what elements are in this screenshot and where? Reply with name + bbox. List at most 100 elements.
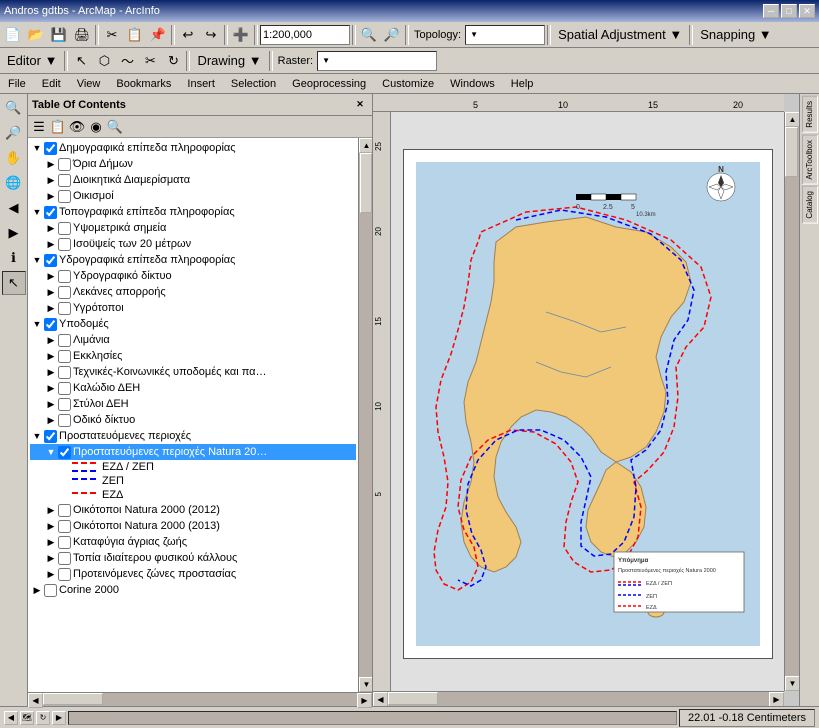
hscroll-left[interactable]: ◀ [373,692,388,706]
menu-file[interactable]: File [0,74,34,94]
layer-checkbox[interactable] [58,414,71,427]
toc-layer-texnikes[interactable]: ▶ Τεχνικές-Κοινωνικές υποδομές και πα… [30,364,356,380]
scale-dropdown[interactable]: 1:200,000 [260,25,350,45]
zoom-out-button[interactable]: 🔎 [381,24,403,46]
toc-layer-styloi[interactable]: ▶ Στύλοι ΔΕΗ [30,396,356,412]
layer-checkbox[interactable] [58,270,71,283]
expand-icon[interactable]: ▶ [44,349,58,363]
expand-icon[interactable]: ▶ [44,551,58,565]
catalog-tab[interactable]: Catalog [802,186,818,224]
layer-checkbox[interactable] [44,254,57,267]
raster-dropdown[interactable]: ▼ [317,51,437,71]
hscroll-thumb[interactable] [43,693,103,705]
topology-dropdown[interactable]: ▼ [465,25,545,45]
expand-icon[interactable]: ▶ [44,269,58,283]
toc-layer-katafygia[interactable]: ▶ Καταφύγια άγριας ζωής [30,534,356,550]
layer-checkbox[interactable] [58,504,71,517]
toc-scrollbar[interactable]: ▲ ▼ [358,138,372,692]
status-left-btn[interactable]: ◀ [4,711,18,725]
toc-layer-corine[interactable]: ▶ Corine 2000 [30,582,356,598]
expand-icon[interactable]: ▶ [44,503,58,517]
menu-geoprocessing[interactable]: Geoprocessing [284,74,374,94]
layer-checkbox[interactable] [44,584,57,597]
toc-layer-proeinomenes[interactable]: ▶ Προτεινόμενες ζώνες προστασίας [30,566,356,582]
layer-checkbox[interactable] [58,190,71,203]
toc-layer-topia[interactable]: ▶ Τοπία ιδιαίτερου φυσικού κάλλους [30,550,356,566]
toc-search-btn[interactable]: 🔍 [106,118,124,136]
menu-windows[interactable]: Windows [442,74,503,94]
expand-icon[interactable]: ▶ [44,333,58,347]
select-tool[interactable]: ↖ [2,271,26,295]
toc-layer-odiko[interactable]: ▶ Οδικό δίκτυο [30,412,356,428]
editor-dropdown-button[interactable]: Editor ▼ [2,50,62,72]
scroll-track[interactable] [359,153,372,677]
hscrollbar[interactable]: ◀ ▶ [373,691,784,706]
vscroll-down[interactable]: ▼ [785,676,799,691]
toc-layer-ypodom[interactable]: ▼ Υποδομές [30,316,356,332]
layer-checkbox[interactable] [58,382,71,395]
status-right-btn[interactable]: ▶ [52,711,66,725]
new-button[interactable]: 📄 [2,24,24,46]
forward-extent[interactable]: ▶ [2,221,26,245]
hscroll-track[interactable] [388,692,769,706]
layer-checkbox[interactable] [58,158,71,171]
toc-hscrollbar[interactable]: ◀ ▶ [28,692,372,706]
layer-checkbox[interactable] [58,350,71,363]
pan-tool[interactable]: ✋ [2,146,26,170]
layer-checkbox[interactable] [58,446,71,459]
toc-layer-lekanes[interactable]: ▶ Λεκάνες απορροής [30,284,356,300]
expand-icon[interactable]: ▼ [30,253,44,267]
toc-layer-topo[interactable]: ▼ Τοπογραφικά επίπεδα πληροφορίας [30,204,356,220]
reshape[interactable]: 〜 [116,50,138,72]
expand-icon[interactable]: ▶ [44,173,58,187]
toc-source-btn[interactable]: 📋 [49,118,67,136]
toc-vis-btn[interactable]: 👁 [68,118,86,136]
undo-button[interactable]: ↩ [177,24,199,46]
layer-checkbox[interactable] [58,536,71,549]
minimize-button[interactable]: ─ [763,4,779,18]
scroll-up-btn[interactable]: ▲ [359,138,372,153]
scroll-left-btn[interactable]: ◀ [28,693,43,708]
toc-layer-dioik[interactable]: ▶ Διοικητικά Διαμερίσματα [30,172,356,188]
toc-layer-ydro[interactable]: ▼ Υδρογραφικά επίπεδα πληροφορίας [30,252,356,268]
toc-layer-kalodio[interactable]: ▶ Καλώδιο ΔΕΗ [30,380,356,396]
layer-checkbox[interactable] [58,398,71,411]
expand-icon[interactable]: ▶ [44,285,58,299]
toc-layer-oikotopoi2013[interactable]: ▶ Οικότοποι Natura 2000 (2013) [30,518,356,534]
expand-icon[interactable]: ▶ [44,381,58,395]
cut-button[interactable]: ✂ [101,24,123,46]
scroll-right-btn[interactable]: ▶ [357,693,372,708]
toc-layer-natura-sel[interactable]: ▼ Προστατευόμενες περιοχές Natura 20… [30,444,356,460]
redo-button[interactable]: ↪ [200,24,222,46]
expand-icon[interactable]: ▶ [44,413,58,427]
layer-checkbox[interactable] [58,366,71,379]
hscroll-right[interactable]: ▶ [769,692,784,706]
menu-help[interactable]: Help [503,74,542,94]
add-data-button[interactable]: ➕ [230,24,252,46]
map-extent-btn[interactable]: 🗺 [20,711,34,725]
toc-layer-prostateuo[interactable]: ▼ Προστατευόμενες περιοχές [30,428,356,444]
zoom-out-tool[interactable]: 🔎 [2,121,26,145]
expand-icon[interactable]: ▶ [44,301,58,315]
expand-icon[interactable]: ▶ [44,519,58,533]
layer-checkbox[interactable] [58,174,71,187]
layer-checkbox[interactable] [44,142,57,155]
map-area[interactable]: 5 10 15 20 25 20 15 10 5 [373,94,799,706]
layer-checkbox[interactable] [58,334,71,347]
toc-close-button[interactable]: ✕ [352,97,368,113]
menu-view[interactable]: View [69,74,109,94]
toc-layer-ygroto[interactable]: ▶ Υγρότοποι [30,300,356,316]
arctoolbox-tab[interactable]: ArcToolbox [802,135,818,185]
layer-checkbox[interactable] [44,430,57,443]
snapping-button[interactable]: Snapping ▼ [695,24,776,46]
layer-checkbox[interactable] [58,568,71,581]
toc-sel-btn[interactable]: ◉ [87,118,105,136]
scroll-down-btn[interactable]: ▼ [359,677,372,692]
layer-checkbox[interactable] [58,286,71,299]
layer-checkbox[interactable] [44,206,57,219]
vscrollbar[interactable]: ▲ ▼ [784,112,799,691]
restore-button[interactable]: □ [781,4,797,18]
vscroll-thumb[interactable] [785,127,798,177]
layer-checkbox[interactable] [58,520,71,533]
expand-icon[interactable]: ▶ [44,397,58,411]
